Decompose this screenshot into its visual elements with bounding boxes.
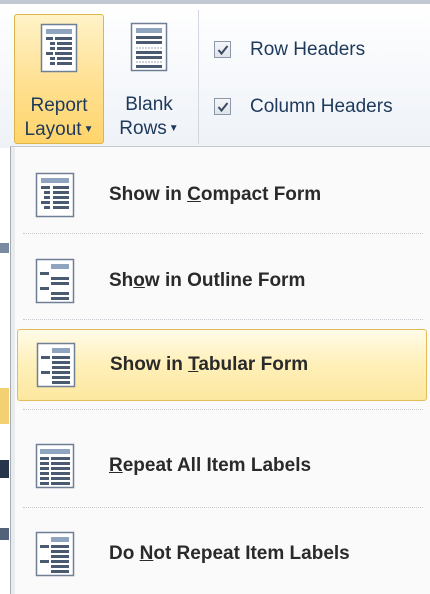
compact-form-icon bbox=[35, 172, 75, 218]
checkmark-icon bbox=[217, 102, 229, 113]
menu-item-compact-form[interactable]: Show in Compact Form bbox=[17, 160, 427, 230]
report-layout-icon bbox=[40, 23, 78, 73]
tabular-form-icon bbox=[36, 342, 76, 388]
blank-rows-label-line2: Rows ▼ bbox=[119, 118, 179, 139]
dropdown-arrow-icon: ▼ bbox=[83, 124, 94, 135]
column-headers-label: Column Headers bbox=[250, 96, 393, 117]
blank-rows-label-line1: Blank bbox=[125, 94, 173, 115]
menu-item-label: Show in Compact Form bbox=[109, 184, 322, 205]
menu-left-strip bbox=[11, 147, 15, 594]
blank-rows-icon bbox=[130, 22, 168, 72]
menu-item-tabular-form[interactable]: Show in Tabular Form bbox=[17, 329, 427, 401]
checkbox-icon[interactable] bbox=[214, 41, 231, 58]
checkmark-icon bbox=[217, 45, 229, 56]
menu-item-repeat-all-labels[interactable]: Repeat All Item Labels bbox=[17, 431, 427, 501]
menu-item-label: Show in Tabular Form bbox=[110, 354, 309, 375]
menu-separator bbox=[23, 233, 423, 234]
report-layout-label-line1: Report bbox=[30, 95, 88, 116]
checkbox-icon[interactable] bbox=[214, 98, 231, 115]
ribbon-separator bbox=[198, 10, 199, 144]
menu-item-do-not-repeat-labels[interactable]: Do Not Repeat Item Labels bbox=[17, 519, 427, 589]
report-layout-label-line2: Layout ▼ bbox=[24, 119, 94, 140]
screen: Report Layout ▼ Blank Rows ▼ Row Headers… bbox=[0, 0, 430, 594]
menu-item-label: Show in Outline Form bbox=[109, 270, 306, 291]
blank-rows-button[interactable]: Blank Rows ▼ bbox=[108, 14, 190, 144]
repeat-labels-icon bbox=[35, 443, 75, 489]
menu-item-label: Repeat All Item Labels bbox=[109, 455, 312, 476]
report-layout-button[interactable]: Report Layout ▼ bbox=[14, 14, 104, 144]
menu-separator bbox=[23, 319, 423, 320]
row-headers-label: Row Headers bbox=[250, 39, 366, 60]
ribbon-top-border bbox=[0, 0, 430, 4]
dropdown-arrow-icon: ▼ bbox=[168, 123, 179, 134]
outline-form-icon bbox=[35, 258, 75, 304]
menu-item-outline-form[interactable]: Show in Outline Form bbox=[17, 246, 427, 316]
menu-separator bbox=[23, 507, 423, 508]
menu-item-label: Do Not Repeat Item Labels bbox=[109, 543, 350, 564]
menu-separator bbox=[23, 409, 423, 410]
ribbon: Report Layout ▼ Blank Rows ▼ Row Headers… bbox=[0, 0, 430, 148]
report-layout-menu: Show in Compact Form Show in Outline For… bbox=[10, 146, 430, 594]
no-repeat-labels-icon bbox=[35, 531, 75, 577]
background-sheet-edge bbox=[0, 148, 9, 594]
